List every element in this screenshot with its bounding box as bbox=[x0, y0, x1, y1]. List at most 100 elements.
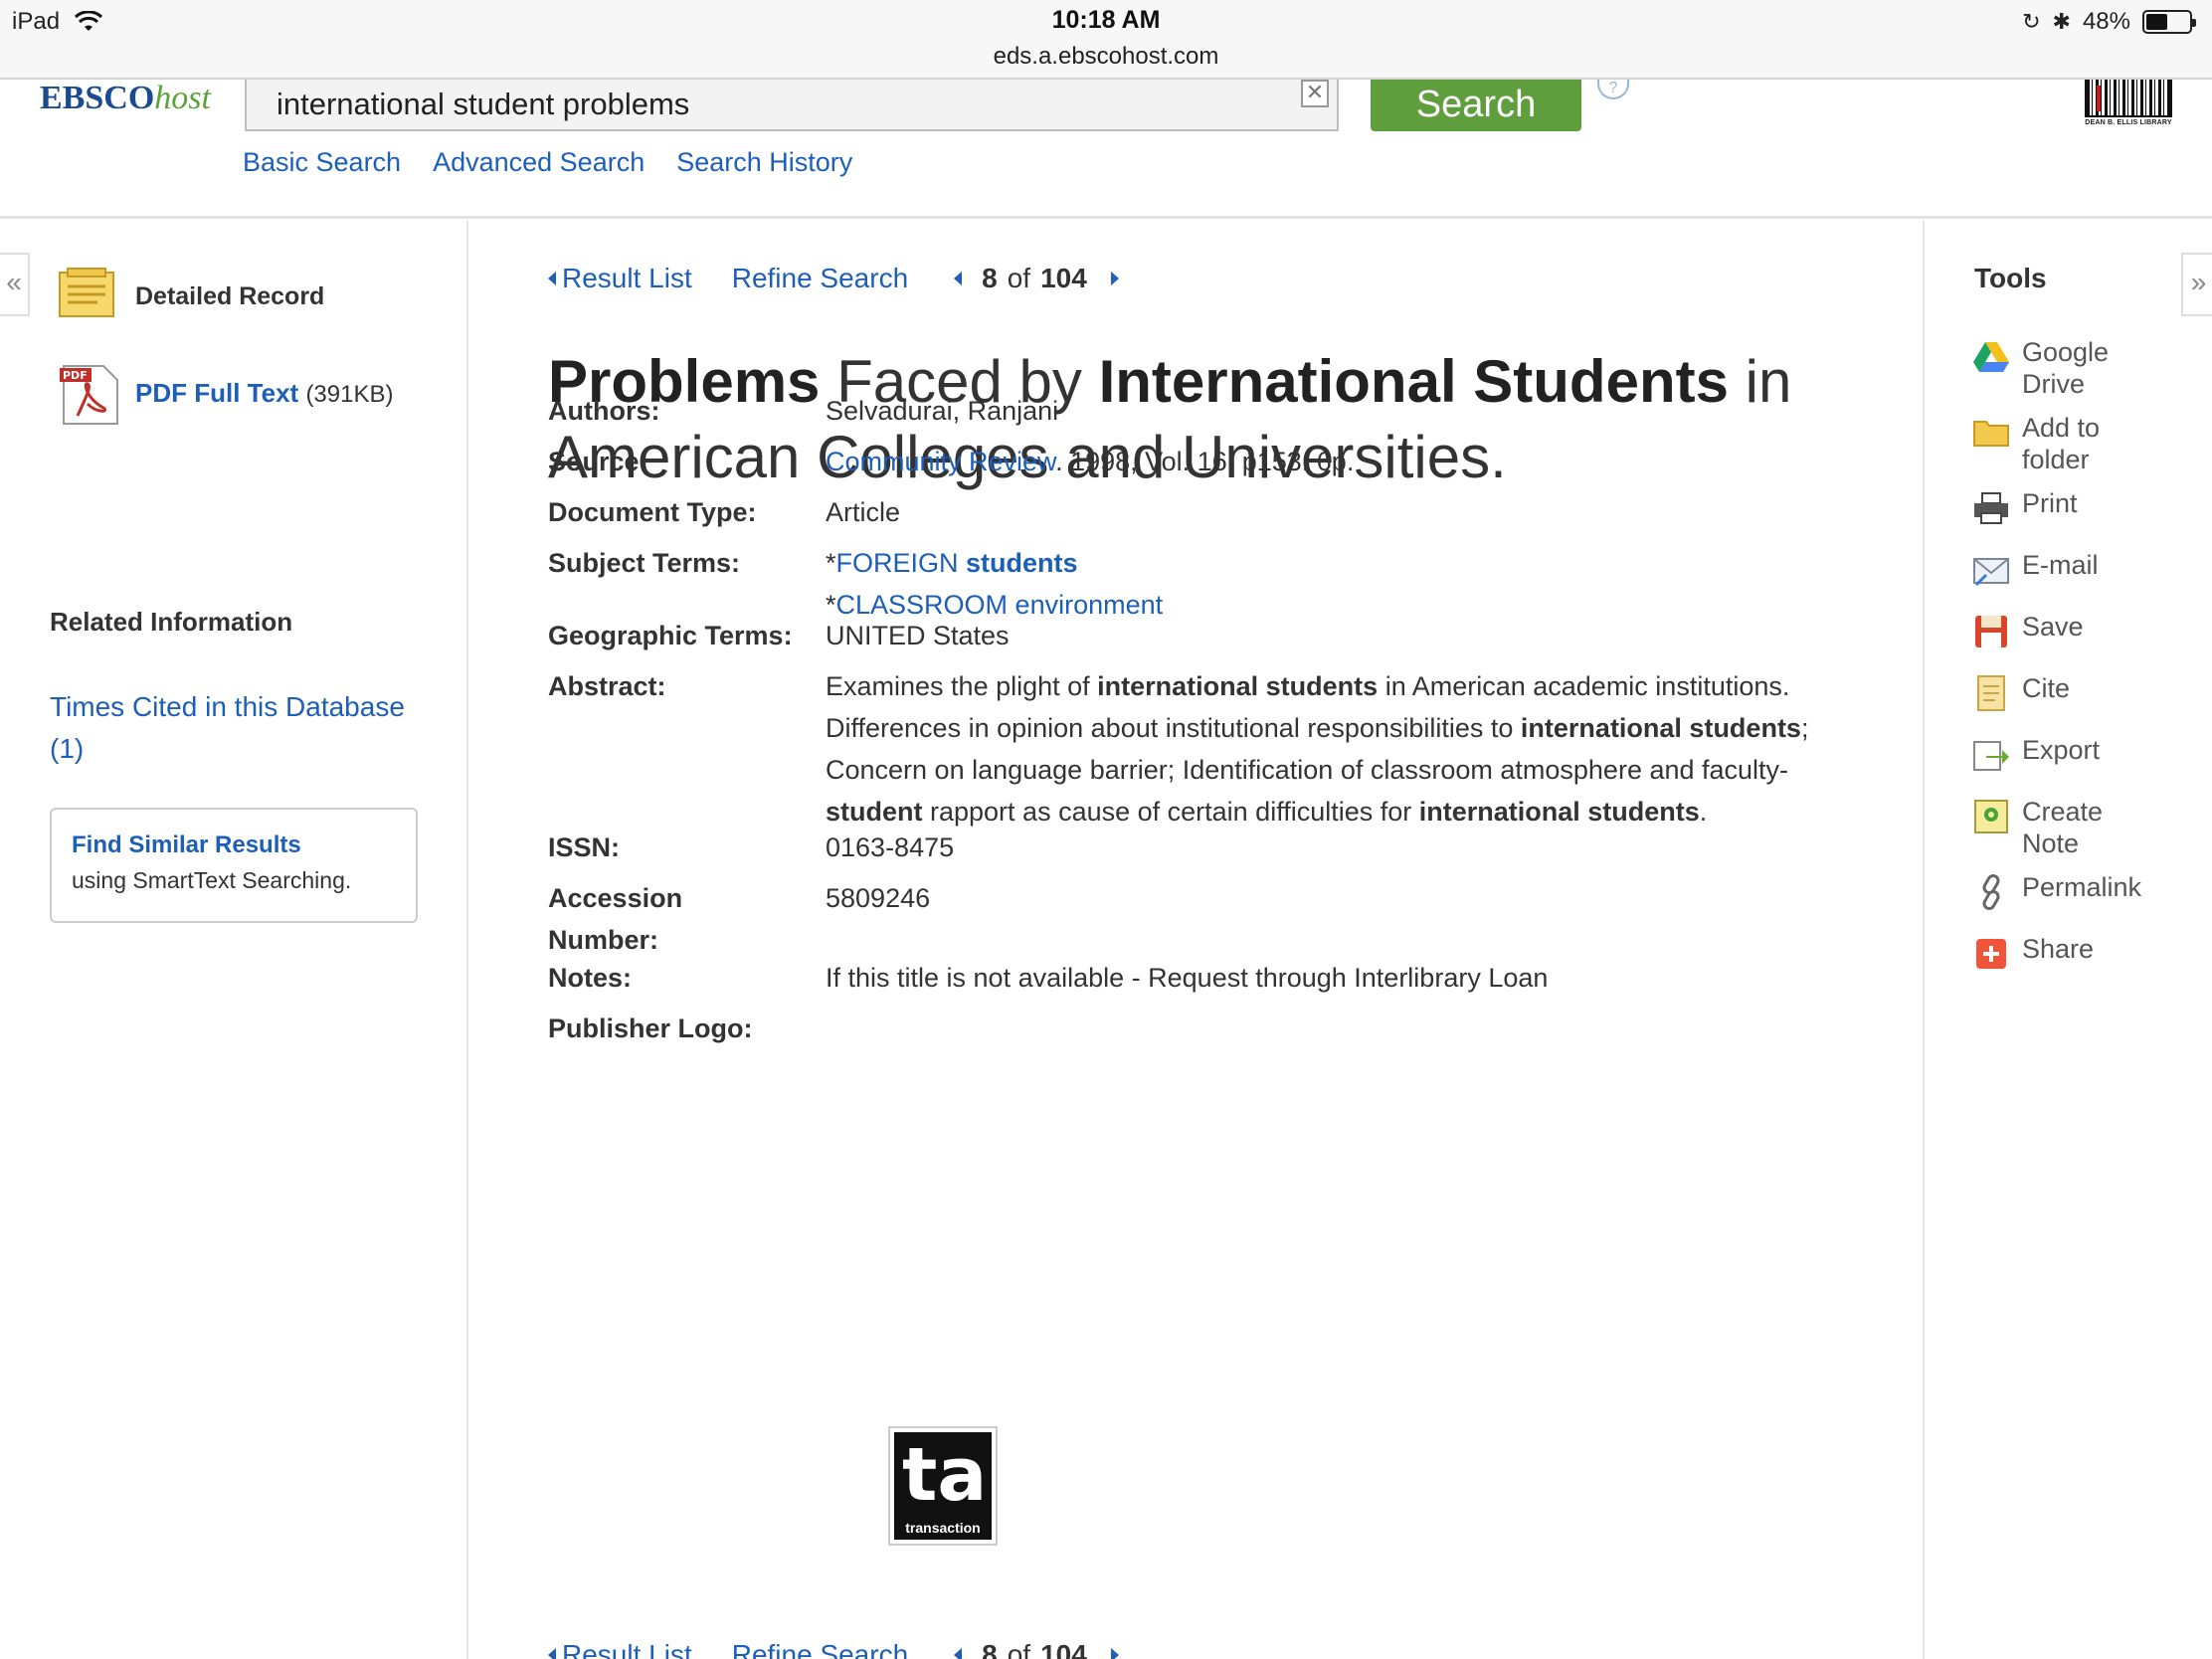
tool-permalink-label: Permalink bbox=[2022, 872, 2142, 902]
search-mode-links: Basic Search Advanced Search Search Hist… bbox=[243, 147, 852, 178]
abstract-seg-3: international students bbox=[1520, 713, 1801, 743]
geographic-terms-label: Geographic Terms: bbox=[548, 621, 793, 650]
source-journal-link[interactable]: Community Review bbox=[826, 447, 1055, 476]
note-icon bbox=[1974, 800, 2008, 833]
search-input[interactable]: international student problems bbox=[245, 80, 1339, 131]
cite-icon bbox=[1977, 675, 2005, 711]
basic-search-link[interactable]: Basic Search bbox=[243, 147, 401, 178]
collapse-right-icon[interactable]: » bbox=[2181, 253, 2212, 316]
library-logo-caption: DEAN B. ELLIS LIBRARY bbox=[2085, 119, 2172, 126]
document-type-value: Article bbox=[826, 497, 901, 527]
record-pager-bottom: 8 of 104 bbox=[954, 1639, 1119, 1659]
back-arrow-icon-bottom[interactable] bbox=[548, 1648, 556, 1659]
tool-print[interactable]: Print bbox=[1972, 487, 2161, 527]
title-part-3: International Students bbox=[1098, 348, 1729, 415]
total-records-bottom: 104 bbox=[1040, 1639, 1087, 1659]
permalink-icon bbox=[1982, 874, 2000, 910]
tool-create-note[interactable]: Create Note bbox=[1972, 796, 2161, 859]
geographic-term-link[interactable]: UNITED States bbox=[826, 615, 1010, 656]
search-button[interactable]: Search bbox=[1371, 80, 1581, 131]
battery-percent: 48% bbox=[2082, 8, 2130, 35]
document-type-label: Document Type: bbox=[548, 497, 757, 527]
tool-save-label: Save bbox=[2022, 612, 2084, 642]
tool-share[interactable]: Share bbox=[1972, 933, 2161, 973]
author-link[interactable]: Selvadurai, Ranjani bbox=[826, 390, 1058, 432]
next-record-icon-bottom[interactable] bbox=[1110, 1648, 1119, 1659]
abstract-seg-0: Examines the plight of bbox=[826, 671, 1098, 701]
previous-record-icon-bottom[interactable] bbox=[954, 1648, 963, 1659]
subject-term-foreign-students[interactable]: FOREIGN students bbox=[836, 548, 1078, 578]
pager-of: of bbox=[1007, 263, 1031, 293]
accession-number-label: Accession Number: bbox=[548, 883, 683, 955]
tool-cite[interactable]: Cite bbox=[1972, 672, 2161, 712]
issn-label: ISSN: bbox=[548, 832, 621, 862]
tool-save[interactable]: Save bbox=[1972, 611, 2161, 650]
current-record-number: 8 bbox=[982, 263, 998, 293]
pdf-full-text-link[interactable]: PDF Full Text (391KB) bbox=[135, 378, 393, 409]
authors-label: Authors: bbox=[548, 396, 660, 426]
back-arrow-icon[interactable] bbox=[548, 272, 556, 285]
email-icon bbox=[1973, 558, 2009, 587]
tool-google-drive-label: Google Drive bbox=[2022, 337, 2110, 399]
advanced-search-link[interactable]: Advanced Search bbox=[433, 147, 645, 178]
logo-main-text: EBSCO bbox=[40, 80, 155, 116]
total-records: 104 bbox=[1040, 263, 1087, 293]
tool-add-to-folder-label: Add to folder bbox=[2022, 413, 2101, 474]
abstract-seg-8: . bbox=[1699, 797, 1708, 827]
publisher-logo-label: Publisher Logo: bbox=[548, 1014, 753, 1043]
battery-icon bbox=[2142, 10, 2196, 34]
ebsco-header: EBSCOhost international student problems… bbox=[0, 80, 2212, 219]
tool-email-label: E-mail bbox=[2022, 550, 2099, 580]
find-similar-box[interactable]: Find Similar Results using SmartText Sea… bbox=[50, 808, 418, 923]
refine-search-link-bottom[interactable]: Refine Search bbox=[732, 1639, 908, 1659]
tool-export-label: Export bbox=[2022, 735, 2101, 765]
abstract-seg-6: rapport as cause of certain difficulties… bbox=[922, 797, 1419, 827]
tools-panel: Tools » Google Drive Add to folder Print… bbox=[1923, 221, 2212, 1659]
next-record-icon[interactable] bbox=[1110, 272, 1119, 285]
subject-term-1a: FOREIGN bbox=[835, 548, 967, 578]
tool-export[interactable]: Export bbox=[1972, 734, 2161, 774]
rotation-lock-icon: ↻ bbox=[2022, 9, 2041, 34]
tool-email[interactable]: E-mail bbox=[1972, 549, 2161, 589]
pdf-icon[interactable]: PDF bbox=[58, 364, 121, 426]
accession-number-value: 5809246 bbox=[826, 883, 931, 913]
collapse-left-icon[interactable]: « bbox=[0, 253, 30, 316]
pdf-link-label[interactable]: PDF Full Text bbox=[135, 378, 298, 408]
google-drive-icon bbox=[1973, 342, 2009, 372]
notes-value: If this title is not available - Request… bbox=[826, 963, 1549, 993]
pdf-size: (391KB) bbox=[305, 381, 394, 408]
tool-share-label: Share bbox=[2022, 934, 2095, 964]
source-details: . 1998, Vol. 16, p153. 6p. bbox=[1055, 447, 1355, 476]
export-icon bbox=[1973, 741, 2009, 771]
status-bar: iPad 10:18 AM eds.a.ebscohost.com ↻ ✱ 48… bbox=[0, 0, 2212, 80]
tool-google-drive[interactable]: Google Drive bbox=[1972, 336, 2161, 400]
publisher-logo-glyph: ta bbox=[902, 1432, 988, 1518]
previous-record-icon[interactable] bbox=[954, 272, 963, 285]
result-list-link[interactable]: Result List bbox=[562, 263, 692, 294]
tool-add-to-folder[interactable]: Add to folder bbox=[1972, 412, 2161, 475]
publisher-logo: ta transaction bbox=[888, 1426, 998, 1546]
address-bar[interactable]: eds.a.ebscohost.com bbox=[0, 43, 2212, 71]
save-icon bbox=[1975, 616, 2007, 647]
search-history-link[interactable]: Search History bbox=[676, 147, 852, 178]
issn-link[interactable]: 0163-8475 bbox=[826, 827, 954, 868]
share-plus-icon bbox=[1976, 939, 2006, 969]
find-similar-link[interactable]: Find Similar Results bbox=[72, 831, 396, 859]
subject-terms-value: *FOREIGN students *CLASSROOM environment bbox=[826, 548, 1164, 620]
source-value: Community Review. 1998, Vol. 16, p153. 6… bbox=[826, 441, 1354, 482]
record-main: Result List Refine Search 8 of 104 Probl… bbox=[470, 221, 1923, 1659]
tool-create-note-label: Create Note bbox=[2022, 797, 2104, 858]
clear-search-icon[interactable]: ✕ bbox=[1301, 80, 1329, 107]
ebscohost-logo[interactable]: EBSCOhost bbox=[40, 80, 211, 117]
abstract-text: Examines the plight of international stu… bbox=[826, 665, 1830, 832]
tool-permalink[interactable]: Permalink bbox=[1972, 871, 2161, 911]
abstract-seg-1: international students bbox=[1097, 671, 1379, 701]
status-right: ↻ ✱ 48% bbox=[2022, 8, 2196, 36]
library-logo: DEAN B. ELLIS LIBRARY bbox=[2085, 80, 2172, 129]
detailed-record-icon bbox=[59, 268, 114, 317]
times-cited-link[interactable]: Times Cited in this Database (1) bbox=[50, 686, 438, 770]
refine-search-link[interactable]: Refine Search bbox=[732, 263, 908, 294]
help-icon[interactable]: ? bbox=[1597, 80, 1629, 99]
result-list-link-bottom[interactable]: Result List bbox=[562, 1639, 692, 1659]
pdf-badge-text: PDF bbox=[63, 369, 88, 382]
